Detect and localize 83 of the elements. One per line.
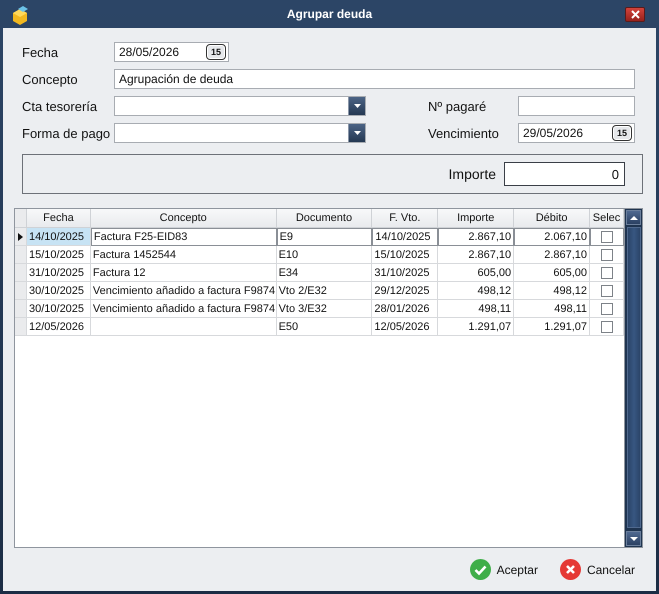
dropdown-button[interactable] bbox=[348, 124, 365, 142]
date-value: 28/05/2026 bbox=[119, 45, 180, 59]
cross-icon bbox=[560, 559, 581, 580]
caret-icon bbox=[352, 130, 362, 136]
checkbox[interactable] bbox=[600, 248, 613, 260]
column-header[interactable]: Concepto bbox=[90, 209, 277, 228]
total-label: Importe bbox=[448, 166, 496, 182]
text-field[interactable] bbox=[518, 96, 635, 116]
table-cell: 31/10/2025 bbox=[372, 264, 438, 282]
column-header[interactable]: Documento bbox=[276, 209, 372, 228]
table-cell: Vencimiento añadido a factura F9874 bbox=[90, 300, 277, 318]
calendar-button[interactable]: 15 bbox=[612, 125, 632, 141]
field-label: Nº pagaré bbox=[428, 98, 488, 116]
table-cell: 30/10/2025 bbox=[26, 282, 91, 300]
dropdown-field[interactable] bbox=[114, 96, 366, 116]
field-label: Cta tesorería bbox=[22, 98, 98, 116]
scroll-down-button[interactable] bbox=[626, 531, 641, 546]
table-cell: 605,00 bbox=[438, 264, 514, 282]
table-cell: 12/05/2026 bbox=[372, 318, 438, 336]
table-cell: 498,11 bbox=[438, 300, 514, 318]
checkbox[interactable] bbox=[600, 284, 613, 296]
table-cell: Factura F25-EID83 bbox=[90, 228, 277, 246]
table-cell: 2.067,10 bbox=[514, 228, 590, 246]
table-cell: Factura 12 bbox=[90, 264, 277, 282]
table-cell: Factura 1452544 bbox=[90, 246, 277, 264]
checkbox[interactable] bbox=[600, 320, 613, 332]
scroll-up-button[interactable] bbox=[626, 210, 641, 225]
field-label: Forma de pago bbox=[22, 125, 112, 143]
date-field[interactable]: 29/05/2026 15 bbox=[518, 123, 635, 143]
table-cell: 605,00 bbox=[514, 264, 590, 282]
accept-button[interactable]: Aceptar bbox=[470, 559, 538, 580]
up-arrow-icon bbox=[630, 214, 638, 220]
table-cell: E10 bbox=[276, 246, 372, 264]
field-label: Fecha bbox=[22, 44, 60, 62]
table-cell: 15/10/2025 bbox=[372, 246, 438, 264]
table-cell: 498,12 bbox=[438, 282, 514, 300]
table-cell: 2.867,10 bbox=[438, 228, 514, 246]
checkbox[interactable] bbox=[600, 302, 613, 314]
table-cell: 30/10/2025 bbox=[26, 300, 91, 318]
cancel-button[interactable]: Cancelar bbox=[560, 559, 635, 580]
table-cell: Vencimiento añadido a factura F9874 bbox=[90, 282, 277, 300]
column-header[interactable]: Importe bbox=[438, 209, 514, 228]
check-icon bbox=[470, 559, 491, 580]
table-cell: 498,12 bbox=[514, 282, 590, 300]
date-field[interactable]: 28/05/2026 15 bbox=[114, 42, 229, 62]
row-indicator[interactable] bbox=[15, 228, 27, 246]
table-cell: E9 bbox=[276, 228, 372, 246]
table-cell: 31/10/2025 bbox=[26, 264, 91, 282]
table-cell: E50 bbox=[276, 318, 372, 336]
table-cell: 29/12/2025 bbox=[372, 282, 438, 300]
column-header[interactable]: Débito bbox=[514, 209, 590, 228]
table-cell: Vto 2/E32 bbox=[276, 282, 372, 300]
table-cell: 1.291,07 bbox=[514, 318, 590, 336]
close-button[interactable] bbox=[625, 7, 645, 22]
dropdown-field[interactable] bbox=[114, 123, 366, 143]
table-cell: 2.867,10 bbox=[514, 246, 590, 264]
current-row-arrow-icon bbox=[18, 232, 23, 240]
column-header[interactable]: F. Vto. bbox=[372, 209, 438, 228]
table-cell: 15/10/2025 bbox=[26, 246, 91, 264]
table-cell: 12/05/2026 bbox=[26, 318, 91, 336]
table-cell: 2.867,10 bbox=[438, 246, 514, 264]
table-cell: E34 bbox=[276, 264, 372, 282]
text-field[interactable]: Agrupación de deuda bbox=[114, 69, 635, 89]
scrollbar-thumb[interactable] bbox=[626, 227, 640, 528]
checkbox[interactable] bbox=[600, 266, 613, 278]
caret-icon bbox=[352, 103, 362, 109]
header-corner bbox=[15, 209, 27, 228]
table-cell: 28/01/2026 bbox=[372, 300, 438, 318]
field-label: Concepto bbox=[22, 71, 79, 89]
window-title: Agrupar deuda bbox=[286, 7, 372, 21]
table-cell: Vto 3/E32 bbox=[276, 300, 372, 318]
table-cell: 1.291,07 bbox=[438, 318, 514, 336]
date-value: 29/05/2026 bbox=[523, 126, 584, 140]
field-label: Vencimiento bbox=[428, 125, 500, 143]
table-cell: 14/10/2025 bbox=[26, 228, 91, 246]
dropdown-button[interactable] bbox=[348, 97, 365, 115]
total-field[interactable]: 0 bbox=[504, 162, 625, 186]
calendar-button[interactable]: 15 bbox=[206, 44, 226, 60]
down-arrow-icon bbox=[630, 536, 638, 542]
close-icon bbox=[630, 9, 640, 20]
checkbox[interactable] bbox=[601, 231, 614, 243]
table-cell: 498,11 bbox=[514, 300, 590, 318]
table-cell: 14/10/2025 bbox=[372, 228, 438, 246]
